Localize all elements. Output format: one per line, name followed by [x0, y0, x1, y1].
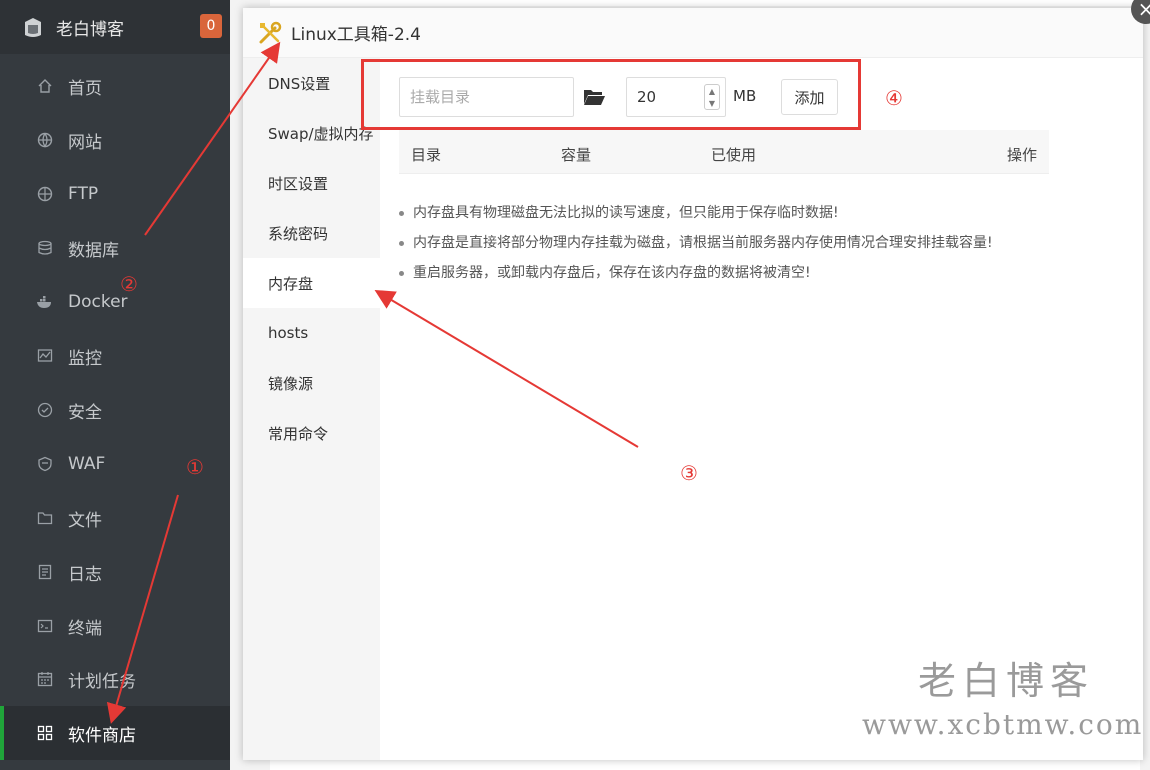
annotation-4: ④ [885, 86, 903, 110]
sidebar-item-label: 首页 [68, 78, 102, 99]
col-actions: 操作 [1007, 146, 1038, 164]
tab-hosts[interactable]: hosts [243, 308, 380, 358]
annotation-box [361, 59, 861, 130]
waf-icon [36, 455, 54, 473]
col-used: 已使用 [711, 146, 757, 164]
log-icon [36, 563, 54, 581]
sidebar-item-database[interactable]: 数据库 [0, 221, 230, 275]
sidebar-item-label: FTP [68, 184, 99, 204]
sidebar-item-label: 文件 [68, 510, 102, 531]
note-item: 重启服务器，或卸载内存盘后，保存在该内存盘的数据将被清空! [399, 258, 993, 288]
sidebar-item-label: Docker [68, 292, 128, 312]
sidebar-item-label: 终端 [68, 618, 102, 639]
sidebar-item-cron[interactable]: 计划任务 [0, 652, 230, 706]
close-icon: × [1137, 0, 1150, 21]
tab-mirror[interactable]: 镜像源 [243, 358, 380, 408]
sidebar-item-files[interactable]: 文件 [0, 491, 230, 545]
grid-icon [36, 724, 54, 742]
modal-header: Linux工具箱-2.4 [243, 8, 1143, 58]
tab-password[interactable]: 系统密码 [243, 208, 380, 258]
sidebar-item-security[interactable]: 安全 [0, 383, 230, 437]
sidebar-item-label: 安全 [68, 402, 102, 423]
sidebar: 老白博客 0 首页 网站 FTP 数据库 Docker 监控 安全 WAF 文件… [0, 0, 230, 770]
sidebar-item-label: 软件商店 [68, 725, 136, 746]
calendar-icon [36, 670, 54, 688]
sidebar-item-label: WAF [68, 454, 106, 474]
sidebar-item-label: 计划任务 [68, 671, 136, 692]
col-dir: 目录 [411, 146, 442, 164]
note-item: 内存盘是直接将部分物理内存挂载为磁盘，请根据当前服务器内存使用情况合理安排挂载容… [399, 228, 993, 258]
sidebar-item-label: 数据库 [68, 240, 119, 261]
tab-dns[interactable]: DNS设置 [243, 58, 380, 108]
col-capacity: 容量 [561, 146, 592, 164]
monitor-icon [36, 347, 54, 365]
tab-timezone[interactable]: 时区设置 [243, 158, 380, 208]
ramdisk-table-header: 目录 容量 已使用 操作 [399, 130, 1049, 174]
watermark-title: 老白博客 [918, 659, 1095, 703]
shield-icon [36, 401, 54, 419]
annotation-1: ① [186, 455, 204, 479]
ramdisk-notes: 内存盘具有物理磁盘无法比拟的读写速度，但只能用于保存临时数据! 内存盘是直接将部… [399, 198, 993, 288]
sidebar-item-docker[interactable]: Docker [0, 275, 230, 329]
sidebar-item-label: 日志 [68, 564, 102, 585]
tab-swap[interactable]: Swap/虚拟内存 [243, 108, 380, 158]
sidebar-item-appstore[interactable]: 软件商店 [0, 706, 230, 760]
tab-commands[interactable]: 常用命令 [243, 408, 380, 458]
database-icon [36, 239, 54, 257]
background-tabs-strip [270, 0, 1140, 6]
sidebar-item-home[interactable]: 首页 [0, 59, 230, 113]
tab-ramdisk[interactable]: 内存盘 [243, 258, 380, 308]
folder-icon [36, 509, 54, 527]
sidebar-item-terminal[interactable]: 终端 [0, 599, 230, 653]
home-icon [36, 77, 54, 95]
notification-badge[interactable]: 0 [200, 14, 222, 38]
sidebar-item-website[interactable]: 网站 [0, 113, 230, 167]
modal-tab-list: DNS设置 Swap/虚拟内存 时区设置 系统密码 内存盘 hosts 镜像源 … [243, 58, 380, 760]
sidebar-item-ftp[interactable]: FTP [0, 167, 230, 221]
annotation-3: ③ [680, 461, 698, 485]
annotation-2: ② [120, 272, 138, 296]
docker-icon [36, 293, 54, 311]
sidebar-item-label: 网站 [68, 132, 102, 153]
terminal-icon [36, 617, 54, 635]
sidebar-item-label: 监控 [68, 348, 102, 369]
site-title: 老白博客 [56, 19, 124, 40]
tools-icon [259, 21, 282, 43]
logo-icon [25, 18, 41, 37]
globe-icon [36, 131, 54, 149]
note-item: 内存盘具有物理磁盘无法比拟的读写速度，但只能用于保存临时数据! [399, 198, 993, 228]
sidebar-item-monitor[interactable]: 监控 [0, 329, 230, 383]
watermark-url: www.xcbtmw.com [862, 708, 1144, 741]
ftp-icon [36, 185, 54, 203]
sidebar-header: 老白博客 0 [0, 0, 230, 54]
sidebar-item-logs[interactable]: 日志 [0, 545, 230, 599]
modal-title: Linux工具箱-2.4 [291, 25, 421, 45]
